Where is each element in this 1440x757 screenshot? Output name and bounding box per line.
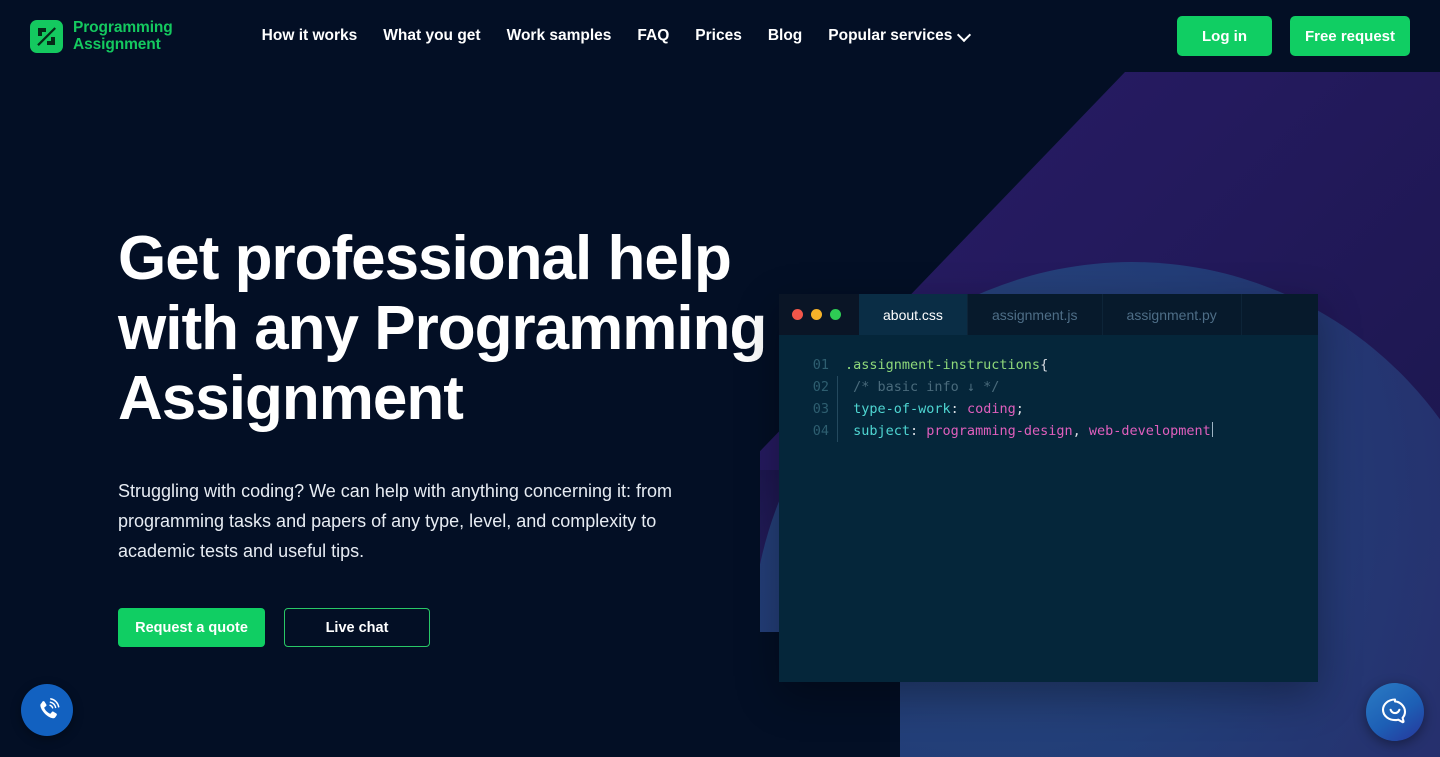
- nav-item-how-it-works[interactable]: How it works: [249, 27, 371, 45]
- code-text: subject: programming-design, web-develop…: [845, 420, 1213, 442]
- code-editor-window: about.css assignment.js assignment.py 01…: [779, 294, 1318, 682]
- window-controls: [779, 294, 859, 335]
- nav-label: What you get: [383, 27, 481, 44]
- code-text: /* basic info ↓ */: [845, 376, 999, 398]
- call-us-button[interactable]: [21, 684, 73, 736]
- minimize-dot-icon[interactable]: [811, 309, 822, 320]
- tab-assignment-py[interactable]: assignment.py: [1102, 294, 1242, 335]
- maximize-dot-icon[interactable]: [830, 309, 841, 320]
- line-number: 04: [812, 423, 829, 439]
- request-a-quote-button[interactable]: Request a quote: [118, 608, 265, 647]
- close-dot-icon[interactable]: [792, 309, 803, 320]
- brand-name-line1: Programming: [73, 18, 173, 36]
- hero-section: Get professional help with any Programmi…: [0, 72, 1440, 757]
- hero-cta-group: Request a quote Live chat: [118, 608, 778, 647]
- nav-label: Popular services: [828, 27, 953, 44]
- nav-label: Prices: [695, 27, 742, 44]
- code-line: 02 /* basic info ↓ */: [779, 376, 1318, 398]
- hero-copy: Get professional help with any Programmi…: [118, 224, 778, 647]
- css-punctuation: ;: [1015, 401, 1024, 417]
- css-property: type-of-work: [845, 401, 951, 417]
- chevron-down-icon: [959, 30, 968, 39]
- free-request-button[interactable]: Free request: [1290, 16, 1410, 56]
- tab-assignment-js[interactable]: assignment.js: [967, 294, 1103, 335]
- code-text: type-of-work: coding;: [845, 398, 1024, 420]
- indent-guide: [829, 398, 845, 420]
- tab-about-css[interactable]: about.css: [859, 294, 968, 335]
- text-cursor: [1211, 422, 1213, 437]
- css-selector: .assignment-instructions: [845, 357, 1041, 373]
- login-button[interactable]: Log in: [1177, 16, 1272, 56]
- line-number: 02: [812, 379, 829, 395]
- code-text: .assignment-instructions{: [845, 354, 1048, 376]
- open-chat-button[interactable]: [1366, 683, 1424, 741]
- nav-label: How it works: [261, 27, 358, 44]
- code-line: 01 .assignment-instructions{: [779, 354, 1318, 376]
- landing-page: Programming Assignment How it works What…: [0, 0, 1440, 757]
- code-line: 04 subject: programming-design, web-deve…: [779, 420, 1318, 442]
- nav-item-work-samples[interactable]: Work samples: [494, 27, 625, 45]
- css-comment: /* basic info ↓ */: [845, 379, 1000, 395]
- code-editor-content[interactable]: 01 .assignment-instructions{ 02 /* basic…: [779, 335, 1318, 442]
- nav-label: Blog: [767, 27, 803, 44]
- code-editor-tabbar: about.css assignment.js assignment.py: [779, 294, 1318, 335]
- tabbar-filler: [1241, 294, 1318, 335]
- brand-name-line2: Assignment: [73, 36, 161, 53]
- main-navigation: How it works What you get Work samples F…: [249, 27, 982, 45]
- css-punctuation: :: [950, 401, 967, 417]
- css-value: programming-design: [926, 423, 1073, 439]
- css-punctuation: ,: [1072, 423, 1089, 439]
- nav-item-what-you-get[interactable]: What you get: [370, 27, 493, 45]
- nav-item-prices[interactable]: Prices: [682, 27, 755, 45]
- line-number: 01: [812, 357, 829, 373]
- indent-guide: [829, 376, 845, 398]
- indent-guide: [829, 420, 845, 442]
- hero-subtitle: Struggling with coding? We can help with…: [118, 481, 672, 561]
- nav-item-popular-services[interactable]: Popular services: [815, 27, 981, 45]
- live-chat-button[interactable]: Live chat: [284, 608, 430, 647]
- site-header: Programming Assignment How it works What…: [0, 0, 1440, 72]
- brand-name: Programming Assignment: [73, 19, 173, 54]
- css-punctuation: :: [910, 423, 927, 439]
- nav-label: FAQ: [637, 27, 670, 44]
- header-actions: Log in Free request: [1177, 16, 1410, 56]
- css-property: subject: [845, 423, 911, 439]
- css-value: web-development: [1088, 423, 1211, 439]
- brand-logo-link[interactable]: Programming Assignment: [30, 19, 173, 54]
- nav-label: Work samples: [506, 27, 612, 44]
- css-value: coding: [966, 401, 1016, 417]
- logo-mark-icon: [30, 19, 63, 53]
- nav-item-faq[interactable]: FAQ: [624, 27, 682, 45]
- chat-bubble-smile-icon: [1381, 698, 1407, 724]
- hero-title: Get professional help with any Programmi…: [118, 224, 767, 433]
- nav-item-blog[interactable]: Blog: [755, 27, 815, 45]
- css-brace: {: [1040, 357, 1049, 373]
- code-line: 03 type-of-work: coding;: [779, 398, 1318, 420]
- line-number: 03: [812, 401, 829, 417]
- phone-call-icon: [40, 698, 60, 719]
